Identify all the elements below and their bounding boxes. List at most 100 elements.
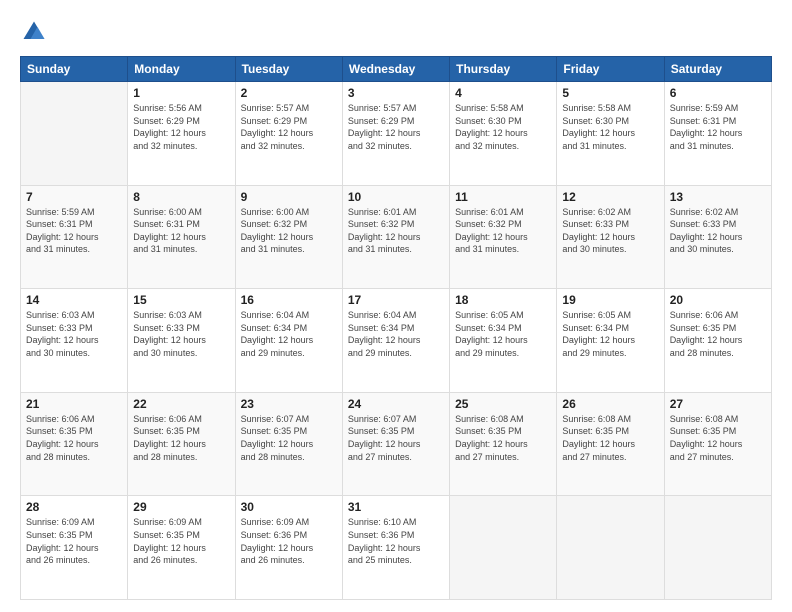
day-info: Sunrise: 5:58 AMSunset: 6:30 PMDaylight:…	[562, 102, 658, 152]
day-cell	[557, 496, 664, 600]
day-cell: 21Sunrise: 6:06 AMSunset: 6:35 PMDayligh…	[21, 392, 128, 496]
day-info: Sunrise: 6:06 AMSunset: 6:35 PMDaylight:…	[670, 309, 766, 359]
day-info: Sunrise: 6:08 AMSunset: 6:35 PMDaylight:…	[562, 413, 658, 463]
day-info: Sunrise: 6:09 AMSunset: 6:36 PMDaylight:…	[241, 516, 337, 566]
day-number: 3	[348, 86, 444, 100]
day-number: 7	[26, 190, 122, 204]
day-number: 30	[241, 500, 337, 514]
day-number: 31	[348, 500, 444, 514]
day-cell: 4Sunrise: 5:58 AMSunset: 6:30 PMDaylight…	[450, 82, 557, 186]
day-cell: 7 Sunrise: 5:59 AMSunset: 6:31 PMDaylight…	[21, 185, 128, 289]
day-number: 9	[241, 190, 337, 204]
day-info: Sunrise: 6:08 AMSunset: 6:35 PMDaylight:…	[455, 413, 551, 463]
day-number: 28	[26, 500, 122, 514]
day-cell: 24 Sunrise: 6:07 AMSunset: 6:35 PMDayligh…	[342, 392, 449, 496]
day-cell: 26 Sunrise: 6:08 AMSunset: 6:35 PMDayligh…	[557, 392, 664, 496]
day-cell: 30 Sunrise: 6:09 AMSunset: 6:36 PMDayligh…	[235, 496, 342, 600]
day-number: 15	[133, 293, 229, 307]
day-info: Sunrise: 6:02 AMSunset: 6:33 PMDaylight:…	[670, 206, 766, 256]
day-number: 5	[562, 86, 658, 100]
weekday-header-saturday: Saturday	[664, 57, 771, 82]
day-info: Sunrise: 6:05 AMSunset: 6:34 PMDaylight:…	[455, 309, 551, 359]
weekday-header-monday: Monday	[128, 57, 235, 82]
day-cell: 16 Sunrise: 6:04 AMSunset: 6:34 PMDayligh…	[235, 289, 342, 393]
day-number: 24	[348, 397, 444, 411]
day-info: Sunrise: 6:05 AMSunset: 6:34 PMDaylight:…	[562, 309, 658, 359]
week-row-4: 21Sunrise: 6:06 AMSunset: 6:35 PMDayligh…	[21, 392, 772, 496]
day-info: Sunrise: 6:06 AMSunset: 6:35 PMDaylight:…	[133, 413, 229, 463]
day-cell: 1 Sunrise: 5:56 AMSunset: 6:29 PMDaylight…	[128, 82, 235, 186]
day-cell: 15 Sunrise: 6:03 AMSunset: 6:33 PMDayligh…	[128, 289, 235, 393]
day-cell: 22 Sunrise: 6:06 AMSunset: 6:35 PMDayligh…	[128, 392, 235, 496]
day-info: Sunrise: 6:01 AMSunset: 6:32 PMDaylight:…	[348, 206, 444, 256]
week-row-1: 1 Sunrise: 5:56 AMSunset: 6:29 PMDaylight…	[21, 82, 772, 186]
day-info: Sunrise: 6:01 AMSunset: 6:32 PMDaylight:…	[455, 206, 551, 256]
day-cell: 23 Sunrise: 6:07 AMSunset: 6:35 PMDayligh…	[235, 392, 342, 496]
day-number: 13	[670, 190, 766, 204]
day-cell: 6 Sunrise: 5:59 AMSunset: 6:31 PMDaylight…	[664, 82, 771, 186]
day-info: Sunrise: 5:57 AMSunset: 6:29 PMDaylight:…	[241, 102, 337, 152]
day-number: 18	[455, 293, 551, 307]
day-cell	[21, 82, 128, 186]
day-info: Sunrise: 6:08 AMSunset: 6:35 PMDaylight:…	[670, 413, 766, 463]
day-info: Sunrise: 6:07 AMSunset: 6:35 PMDaylight:…	[348, 413, 444, 463]
header	[20, 18, 772, 46]
week-row-2: 7 Sunrise: 5:59 AMSunset: 6:31 PMDaylight…	[21, 185, 772, 289]
day-info: Sunrise: 6:09 AMSunset: 6:35 PMDaylight:…	[133, 516, 229, 566]
weekday-header-row: SundayMondayTuesdayWednesdayThursdayFrid…	[21, 57, 772, 82]
day-info: Sunrise: 5:59 AMSunset: 6:31 PMDaylight:…	[670, 102, 766, 152]
weekday-header-tuesday: Tuesday	[235, 57, 342, 82]
day-number: 2	[241, 86, 337, 100]
day-number: 1	[133, 86, 229, 100]
day-number: 25	[455, 397, 551, 411]
day-info: Sunrise: 6:06 AMSunset: 6:35 PMDaylight:…	[26, 413, 122, 463]
weekday-header-thursday: Thursday	[450, 57, 557, 82]
logo	[20, 18, 52, 46]
calendar-table: SundayMondayTuesdayWednesdayThursdayFrid…	[20, 56, 772, 600]
day-info: Sunrise: 6:04 AMSunset: 6:34 PMDaylight:…	[241, 309, 337, 359]
day-number: 17	[348, 293, 444, 307]
day-info: Sunrise: 6:02 AMSunset: 6:33 PMDaylight:…	[562, 206, 658, 256]
day-number: 16	[241, 293, 337, 307]
day-number: 6	[670, 86, 766, 100]
week-row-5: 28 Sunrise: 6:09 AMSunset: 6:35 PMDayligh…	[21, 496, 772, 600]
day-cell: 27Sunrise: 6:08 AMSunset: 6:35 PMDayligh…	[664, 392, 771, 496]
day-info: Sunrise: 6:07 AMSunset: 6:35 PMDaylight:…	[241, 413, 337, 463]
day-number: 26	[562, 397, 658, 411]
day-cell: 3Sunrise: 5:57 AMSunset: 6:29 PMDaylight…	[342, 82, 449, 186]
day-info: Sunrise: 5:56 AMSunset: 6:29 PMDaylight:…	[133, 102, 229, 152]
day-cell: 31Sunrise: 6:10 AMSunset: 6:36 PMDayligh…	[342, 496, 449, 600]
day-info: Sunrise: 6:03 AMSunset: 6:33 PMDaylight:…	[133, 309, 229, 359]
day-cell	[450, 496, 557, 600]
day-info: Sunrise: 6:03 AMSunset: 6:33 PMDaylight:…	[26, 309, 122, 359]
day-cell: 18 Sunrise: 6:05 AMSunset: 6:34 PMDayligh…	[450, 289, 557, 393]
day-number: 19	[562, 293, 658, 307]
day-cell: 20 Sunrise: 6:06 AMSunset: 6:35 PMDayligh…	[664, 289, 771, 393]
weekday-header-friday: Friday	[557, 57, 664, 82]
day-cell: 14 Sunrise: 6:03 AMSunset: 6:33 PMDayligh…	[21, 289, 128, 393]
day-number: 14	[26, 293, 122, 307]
day-number: 11	[455, 190, 551, 204]
day-number: 22	[133, 397, 229, 411]
day-cell: 12 Sunrise: 6:02 AMSunset: 6:33 PMDayligh…	[557, 185, 664, 289]
day-number: 23	[241, 397, 337, 411]
day-number: 12	[562, 190, 658, 204]
day-number: 10	[348, 190, 444, 204]
day-cell: 9 Sunrise: 6:00 AMSunset: 6:32 PMDaylight…	[235, 185, 342, 289]
weekday-header-sunday: Sunday	[21, 57, 128, 82]
day-cell: 10 Sunrise: 6:01 AMSunset: 6:32 PMDayligh…	[342, 185, 449, 289]
day-cell: 5 Sunrise: 5:58 AMSunset: 6:30 PMDaylight…	[557, 82, 664, 186]
day-info: Sunrise: 6:09 AMSunset: 6:35 PMDaylight:…	[26, 516, 122, 566]
day-info: Sunrise: 5:59 AMSunset: 6:31 PMDaylight:…	[26, 206, 122, 256]
day-cell: 28 Sunrise: 6:09 AMSunset: 6:35 PMDayligh…	[21, 496, 128, 600]
week-row-3: 14 Sunrise: 6:03 AMSunset: 6:33 PMDayligh…	[21, 289, 772, 393]
day-cell: 29Sunrise: 6:09 AMSunset: 6:35 PMDayligh…	[128, 496, 235, 600]
day-cell	[664, 496, 771, 600]
day-number: 8	[133, 190, 229, 204]
day-info: Sunrise: 6:00 AMSunset: 6:32 PMDaylight:…	[241, 206, 337, 256]
day-cell: 17Sunrise: 6:04 AMSunset: 6:34 PMDayligh…	[342, 289, 449, 393]
weekday-header-wednesday: Wednesday	[342, 57, 449, 82]
day-cell: 25 Sunrise: 6:08 AMSunset: 6:35 PMDayligh…	[450, 392, 557, 496]
day-cell: 13 Sunrise: 6:02 AMSunset: 6:33 PMDayligh…	[664, 185, 771, 289]
day-number: 20	[670, 293, 766, 307]
